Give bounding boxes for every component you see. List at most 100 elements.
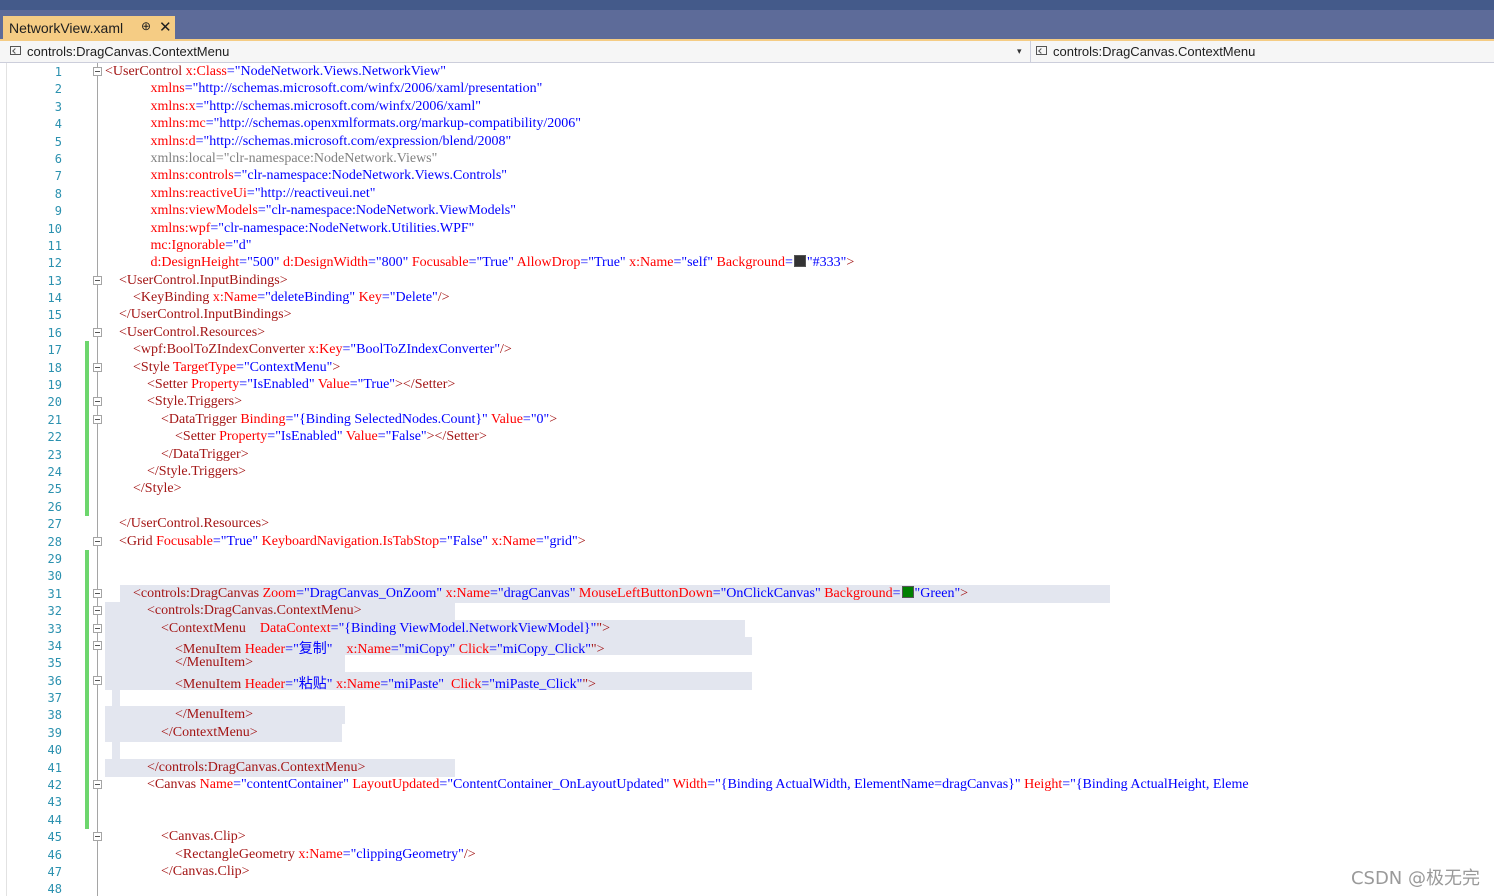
code-text: xmlns="http://schemas.microsoft.com/winf…	[105, 81, 543, 97]
xaml-element-icon	[1036, 46, 1047, 55]
code-line[interactable]: 31 <controls:DragCanvas Zoom="DragCanvas…	[0, 584, 1494, 603]
code-line[interactable]: 12 d:DesignHeight="500" d:DesignWidth="8…	[0, 254, 1494, 273]
code-token: "ContextMenu"	[243, 359, 333, 375]
code-token: =	[522, 411, 531, 427]
code-token: </	[161, 724, 173, 740]
code-line[interactable]: 46 <RectangleGeometry x:Name="clippingGe…	[0, 845, 1494, 864]
element-navigator-right[interactable]: controls:DragCanvas.ContextMenu	[1036, 42, 1476, 62]
code-token: =	[468, 255, 477, 271]
code-line[interactable]: 23 </DataTrigger>	[0, 445, 1494, 464]
code-line[interactable]: 21 <DataTrigger Binding = "{Binding Select…	[0, 410, 1494, 429]
code-token: Height	[1020, 777, 1063, 793]
code-line[interactable]: 37	[0, 689, 1494, 708]
code-line[interactable]: 32 <controls:DragCanvas.ContextMenu>	[0, 602, 1494, 621]
tab-networkview-xaml[interactable]: NetworkView.xaml ⊕ ✕	[3, 16, 175, 39]
code-line[interactable]: 1 <UserControl x:Class="NodeNetwork.Views…	[0, 63, 1494, 81]
code-line[interactable]: 26	[0, 497, 1494, 516]
code-token: controls:DragCanvas.ContextMenu	[158, 759, 358, 775]
code-line[interactable]: 5 xmlns:d="http://schemas.microsoft.com/…	[0, 132, 1494, 151]
collapse-icon[interactable]	[93, 362, 102, 372]
code-line[interactable]: 30	[0, 567, 1494, 586]
close-icon[interactable]: ✕	[159, 18, 172, 36]
code-line[interactable]: 41 </controls:DragCanvas.ContextMenu>	[0, 758, 1494, 777]
code-line[interactable]: 28 <Grid Focusable="True" KeyboardNaviga…	[0, 532, 1494, 551]
line-number: 34	[47, 638, 62, 653]
code-editor[interactable]: 1 <UserControl x:Class="NodeNetwork.Views…	[0, 63, 1494, 896]
code-line[interactable]: 27 </UserControl.Resources>	[0, 515, 1494, 534]
collapse-icon[interactable]	[93, 275, 102, 285]
code-line[interactable]: 36 <MenuItem Header="粘贴" x:Name="miPaste…	[0, 671, 1494, 692]
code-line[interactable]: 11 mc:Ignorable="d"	[0, 236, 1494, 255]
code-line[interactable]: 25 </Style>	[0, 480, 1494, 499]
code-line[interactable]: 48	[0, 880, 1494, 896]
code-text: <UserControl.Resources>	[105, 325, 265, 341]
code-line[interactable]: 22 <Setter Property="IsEnabled" Value="F…	[0, 428, 1494, 447]
code-token: DataTrigger	[172, 446, 241, 462]
code-text: <KeyBinding x:Name="deleteBinding" Key="…	[105, 290, 450, 306]
code-token: Property	[215, 429, 268, 445]
code-line[interactable]: 19 <Setter Property="IsEnabled" Value="T…	[0, 376, 1494, 395]
code-line[interactable]: 4 xmlns:mc="http://schemas.openxmlformat…	[0, 115, 1494, 134]
collapse-icon[interactable]	[93, 397, 102, 407]
line-number: 23	[47, 447, 62, 462]
code-token: =	[236, 359, 244, 375]
code-token: >	[245, 707, 254, 723]
collapse-icon[interactable]	[93, 606, 102, 616]
collapse-icon[interactable]	[93, 536, 102, 546]
collapse-icon[interactable]	[93, 327, 102, 337]
line-number: 1	[54, 65, 62, 79]
code-line[interactable]: 8 xmlns:reactiveUi="http://reactiveui.ne…	[0, 184, 1494, 203]
code-line[interactable]: 38 </MenuItem>	[0, 706, 1494, 725]
code-line[interactable]: 15 </UserControl.InputBindings>	[0, 306, 1494, 325]
code-line[interactable]: 29	[0, 549, 1494, 568]
code-token: "http://schemas.microsoft.com/winfx/2006…	[203, 98, 481, 114]
code-line[interactable]: 7 xmlns:controls="clr-namespace:NodeNetw…	[0, 167, 1494, 186]
collapse-icon[interactable]	[93, 588, 102, 598]
collapse-icon[interactable]	[93, 414, 102, 424]
collapse-icon[interactable]	[93, 780, 102, 790]
code-line[interactable]: 18 <Style TargetType="ContextMenu">	[0, 358, 1494, 377]
code-line[interactable]: 34 <MenuItem Header="复制" x:Name="miCopy"…	[0, 636, 1494, 657]
code-line[interactable]: 13 <UserControl.InputBindings>	[0, 271, 1494, 290]
code-line[interactable]: 9 xmlns:viewModels="clr-namespace:NodeNe…	[0, 202, 1494, 221]
collapse-icon[interactable]	[93, 623, 102, 633]
code-text: </ContextMenu>	[105, 725, 258, 741]
code-line[interactable]: 2 xmlns="http://schemas.microsoft.com/wi…	[0, 80, 1494, 99]
collapse-icon[interactable]	[93, 675, 102, 685]
code-line[interactable]: 24 </Style.Triggers>	[0, 462, 1494, 481]
code-line[interactable]: 47 </Canvas.Clip>	[0, 862, 1494, 881]
code-line[interactable]: 40	[0, 741, 1494, 760]
chevron-down-icon[interactable]: ▾	[1017, 46, 1022, 57]
code-line[interactable]: 17 <wpf:BoolToZIndexConverter x:Key="Boo…	[0, 341, 1494, 360]
code-line[interactable]: 16 <UserControl.Resources>	[0, 323, 1494, 342]
code-line[interactable]: 43	[0, 793, 1494, 812]
fold-guide	[97, 654, 98, 673]
code-line[interactable]: 33 <ContextMenu DataContext="{Binding Vi…	[0, 619, 1494, 638]
code-line[interactable]: 35 </MenuItem>	[0, 654, 1494, 673]
fold-guide	[97, 219, 98, 238]
code-line[interactable]: 6 xmlns:local="clr-namespace:NodeNetwork…	[0, 149, 1494, 168]
code-token: "Delete"	[389, 290, 438, 306]
collapse-icon[interactable]	[93, 832, 102, 842]
code-line[interactable]: 3 xmlns:x="http://schemas.microsoft.com/…	[0, 97, 1494, 116]
pin-icon[interactable]: ⊕	[141, 19, 151, 33]
fold-guide	[97, 132, 98, 151]
collapse-icon[interactable]	[93, 67, 102, 76]
code-token: Binding	[236, 411, 286, 427]
code-line[interactable]: 14 <KeyBinding x:Name="deleteBinding" Ke…	[0, 289, 1494, 308]
code-line[interactable]: 45 <Canvas.Clip>	[0, 828, 1494, 847]
code-line[interactable]: 39 </ContextMenu>	[0, 723, 1494, 742]
code-line[interactable]: 10 xmlns:wpf="clr-namespace:NodeNetwork.…	[0, 219, 1494, 238]
code-line[interactable]: 44	[0, 810, 1494, 829]
code-text: </MenuItem>	[105, 655, 253, 671]
element-navigator-left[interactable]: controls:DragCanvas.ContextMenu	[10, 42, 1028, 62]
collapse-icon[interactable]	[93, 640, 102, 650]
code-line[interactable]: 42 <Canvas Name="contentContainer" Layou…	[0, 776, 1494, 795]
code-token: ></	[426, 429, 447, 445]
code-token: mc:Ignorable	[150, 237, 226, 253]
code-line[interactable]: 20 <Style.Triggers>	[0, 393, 1494, 412]
code-text: </Canvas.Clip>	[105, 864, 250, 880]
